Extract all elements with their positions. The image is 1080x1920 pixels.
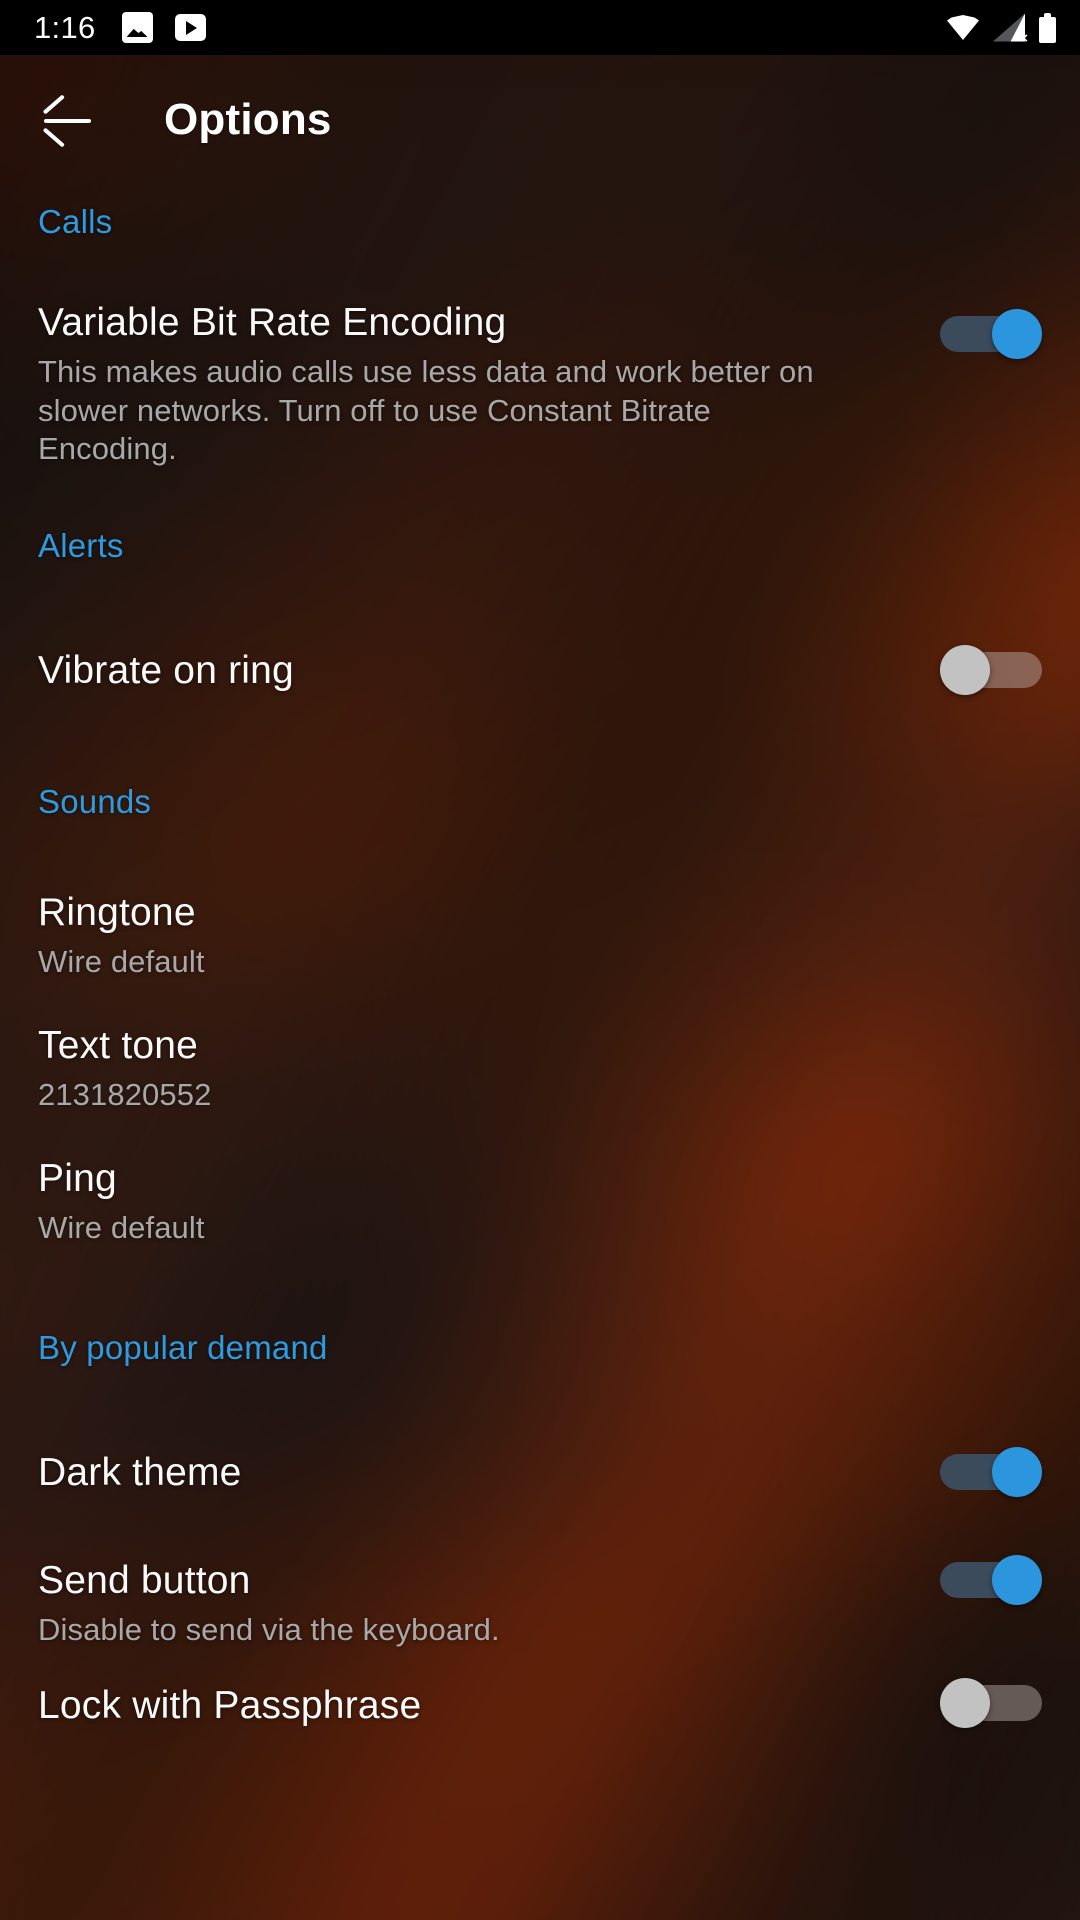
toggle-send-button[interactable] bbox=[940, 1555, 1042, 1606]
setting-row-variable-bit-rate-encoding[interactable]: Variable Bit Rate Encoding This makes au… bbox=[0, 301, 1080, 469]
row-subtitle: 2131820552 bbox=[38, 1076, 212, 1112]
row-text-block: Ringtone Wire default bbox=[38, 891, 1042, 982]
section-header-sounds: Sounds bbox=[38, 783, 152, 821]
row-text-block: Dark theme bbox=[38, 1451, 916, 1495]
row-title: Text tone bbox=[38, 1023, 199, 1067]
toggle-dark-theme[interactable] bbox=[940, 1447, 1042, 1498]
signal-x-mark: × bbox=[1019, 29, 1028, 47]
setting-row-vibrate-on-ring[interactable]: Vibrate on ring bbox=[0, 645, 1080, 696]
toggle-variable-bit-rate-encoding[interactable] bbox=[940, 309, 1042, 359]
back-arrow-icon[interactable] bbox=[42, 94, 102, 148]
setting-row-dark-theme[interactable]: Dark theme bbox=[0, 1447, 1080, 1498]
status-bar-notification-icons bbox=[121, 12, 206, 43]
setting-row-ringtone[interactable]: Ringtone Wire default bbox=[0, 891, 1080, 982]
section-header-by-popular-demand: By popular demand bbox=[38, 1329, 328, 1367]
toggle-thumb bbox=[940, 1677, 990, 1728]
battery-body bbox=[1039, 16, 1056, 43]
row-text-block: Variable Bit Rate Encoding This makes au… bbox=[38, 301, 916, 469]
status-bar-system-icons: × bbox=[947, 12, 1056, 46]
row-subtitle: Wire default bbox=[38, 944, 205, 980]
status-bar-clock: 1:16 bbox=[34, 10, 96, 45]
row-subtitle: This makes audio calls use less data and… bbox=[38, 353, 814, 467]
setting-row-text-tone[interactable]: Text tone 2131820552 bbox=[0, 1023, 1080, 1115]
row-title: Vibrate on ring bbox=[38, 649, 294, 693]
status-bar: 1:16 × bbox=[0, 0, 1080, 55]
section-header-alerts: Alerts bbox=[38, 527, 124, 565]
row-title: Lock with Passphrase bbox=[38, 1683, 422, 1727]
setting-row-lock-with-passphrase[interactable]: Lock with Passphrase bbox=[0, 1677, 1080, 1728]
toggle-vibrate-on-ring[interactable] bbox=[940, 645, 1042, 696]
row-text-block: Text tone 2131820552 bbox=[38, 1023, 1042, 1115]
page-title: Options bbox=[164, 95, 332, 144]
row-text-block: Vibrate on ring bbox=[38, 649, 916, 693]
app-bar: Options bbox=[0, 55, 1080, 185]
row-subtitle: Disable to send via the keyboard. bbox=[38, 1612, 500, 1648]
row-text-block: Send button Disable to send via the keyb… bbox=[38, 1559, 916, 1650]
setting-row-ping[interactable]: Ping Wire default bbox=[0, 1156, 1080, 1248]
row-title: Ping bbox=[38, 1156, 117, 1200]
phone-screen: 1:16 × Options Calls Variable Bit Rate E… bbox=[0, 0, 1080, 1920]
toggle-thumb bbox=[992, 309, 1042, 359]
row-title: Variable Bit Rate Encoding bbox=[38, 301, 507, 344]
battery-icon bbox=[1039, 12, 1056, 43]
toggle-thumb bbox=[992, 1447, 1042, 1498]
toggle-thumb bbox=[992, 1555, 1042, 1606]
setting-row-send-button[interactable]: Send button Disable to send via the keyb… bbox=[0, 1555, 1080, 1650]
toggle-thumb bbox=[940, 645, 990, 696]
play-icon bbox=[174, 14, 206, 41]
options-settings-list: Options Calls Variable Bit Rate Encoding… bbox=[0, 55, 1080, 1920]
row-title: Ringtone bbox=[38, 891, 196, 935]
photo-icon bbox=[121, 12, 153, 43]
row-subtitle: Wire default bbox=[38, 1209, 205, 1245]
wifi-icon bbox=[947, 15, 979, 40]
section-header-calls: Calls bbox=[38, 203, 113, 240]
row-title: Dark theme bbox=[38, 1451, 242, 1495]
row-text-block: Ping Wire default bbox=[38, 1156, 1042, 1248]
row-text-block: Lock with Passphrase bbox=[38, 1683, 916, 1727]
row-title: Send button bbox=[38, 1559, 251, 1603]
toggle-lock-with-passphrase[interactable] bbox=[940, 1677, 1042, 1728]
cellular-no-service-icon: × bbox=[993, 13, 1028, 46]
